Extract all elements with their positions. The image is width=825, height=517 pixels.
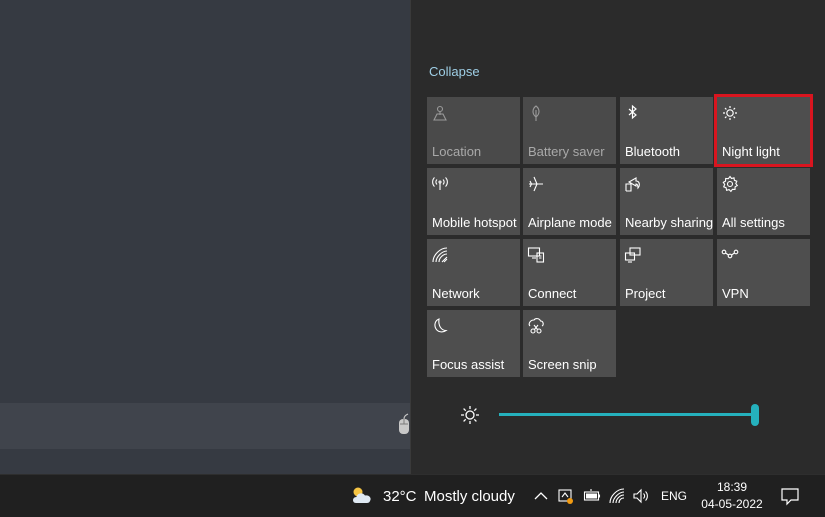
desktop-strip — [0, 403, 410, 449]
wifi-icon[interactable] — [608, 487, 626, 505]
tile-label: All settings — [722, 215, 785, 230]
brightness-slider-thumb[interactable] — [751, 404, 759, 426]
clock-date: 04-05-2022 — [701, 497, 763, 511]
weather-temperature: 32°C — [383, 488, 417, 505]
tile-label: Location — [432, 144, 482, 159]
tile-battery-saver[interactable]: Battery saver — [523, 97, 616, 164]
clock-time: 18:39 — [716, 480, 748, 494]
partly-cloudy-icon — [350, 486, 374, 504]
moon-icon — [431, 317, 449, 335]
network-icon — [431, 246, 449, 264]
tile-location[interactable]: Location — [427, 97, 520, 164]
tile-label: Screen snip — [528, 357, 597, 372]
screen-snip-icon — [527, 317, 545, 335]
tile-label: Bluetooth — [625, 144, 680, 159]
tile-nearby-sharing[interactable]: Nearby sharing — [620, 168, 713, 235]
brightness-slider-track[interactable] — [499, 413, 755, 416]
chevron-up-icon[interactable] — [532, 487, 550, 505]
vpn-icon — [721, 246, 739, 264]
collapse-link[interactable]: Collapse — [429, 64, 480, 79]
battery-icon[interactable] — [583, 487, 601, 505]
tile-label: VPN — [722, 286, 749, 301]
tile-screen-snip[interactable]: Screen snip — [523, 310, 616, 377]
taskbar: 32°C Mostly cloudy ENG 18:39 04-05-2022 — [0, 474, 825, 517]
tile-label: Connect — [528, 286, 577, 301]
mobile-hotspot-icon — [431, 175, 449, 193]
desktop-area — [0, 0, 410, 474]
tile-label: Night light — [722, 144, 780, 159]
mouse-icon — [398, 413, 410, 435]
tile-bluetooth[interactable]: Bluetooth — [620, 97, 713, 164]
night-light-icon — [721, 104, 739, 122]
language-indicator[interactable]: ENG — [661, 489, 687, 503]
tile-night-light[interactable]: Night light — [714, 94, 813, 167]
tile-connect[interactable]: Connect — [523, 239, 616, 306]
tile-focus-assist[interactable]: Focus assist — [427, 310, 520, 377]
volume-icon[interactable] — [632, 487, 650, 505]
battery-saver-icon — [527, 104, 545, 122]
tile-label: Network — [432, 286, 480, 301]
tile-label: Focus assist — [432, 357, 505, 372]
brightness-control — [459, 400, 819, 430]
gear-icon — [721, 175, 739, 193]
tile-airplane-mode[interactable]: Airplane mode — [523, 168, 616, 235]
connect-icon — [527, 246, 545, 264]
clock[interactable]: 18:39 04-05-2022 — [694, 479, 770, 513]
airplane-icon — [527, 175, 545, 193]
tile-all-settings[interactable]: All settings — [717, 168, 810, 235]
tile-mobile-hotspot[interactable]: Mobile hotspot — [427, 168, 520, 235]
notification-center-icon[interactable] — [780, 486, 800, 506]
app-tray-icon[interactable] — [557, 487, 575, 505]
tile-vpn[interactable]: VPN — [717, 239, 810, 306]
tile-label: Mobile hotspot — [432, 215, 517, 230]
location-icon — [431, 104, 449, 122]
action-center-panel: Collapse Location Battery saver Bluetoot… — [410, 0, 825, 474]
tile-label: Battery saver — [528, 144, 605, 159]
nearby-sharing-icon — [624, 175, 642, 193]
tile-label: Airplane mode — [528, 215, 612, 230]
bluetooth-icon — [624, 104, 642, 122]
brightness-icon — [459, 404, 481, 426]
tile-network[interactable]: Network — [427, 239, 520, 306]
tile-project[interactable]: Project — [620, 239, 713, 306]
weather-condition: Mostly cloudy — [424, 488, 515, 505]
project-icon — [624, 246, 642, 264]
tile-label: Project — [625, 286, 666, 301]
tile-label: Nearby sharing — [625, 215, 714, 230]
